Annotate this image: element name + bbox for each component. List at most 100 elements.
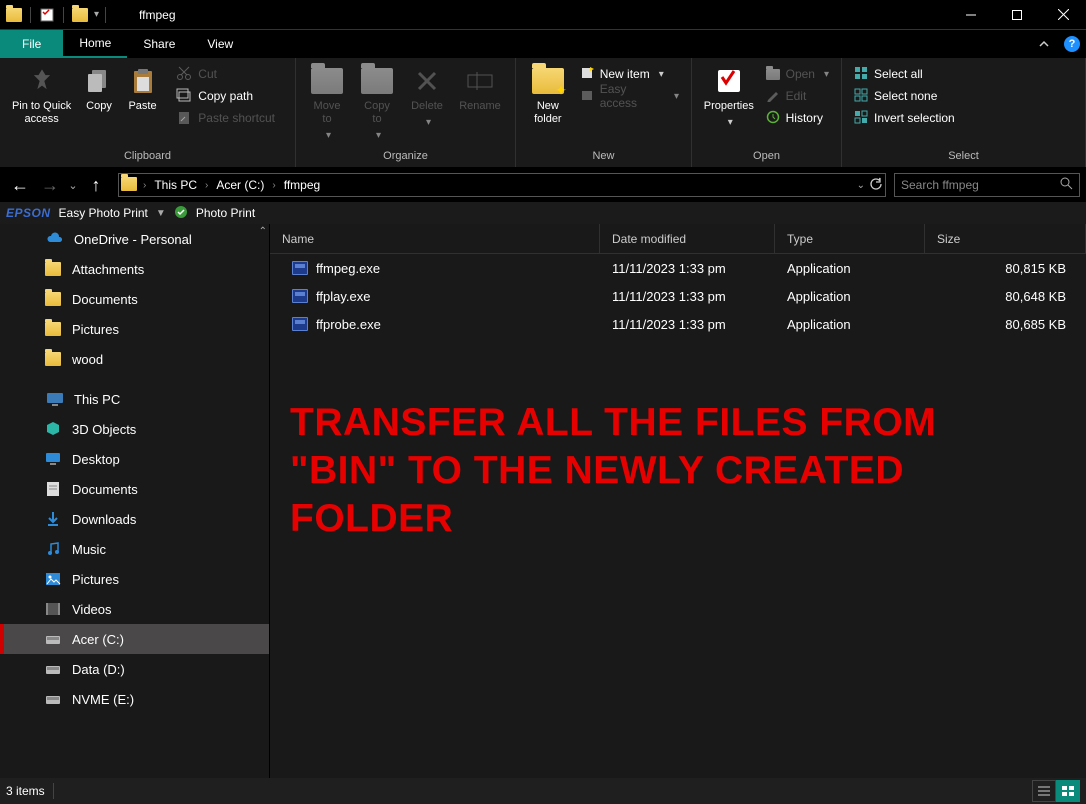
tree-documents[interactable]: Documents [0,284,269,314]
maximize-button[interactable] [994,0,1040,30]
tree-label: Documents [72,482,138,497]
history-icon [766,110,780,127]
edit-button[interactable]: Edit [760,85,835,107]
music-icon [44,540,62,558]
address-bar[interactable]: › This PC › Acer (C:) › ffmpeg ⌄ [118,173,886,197]
breadcrumb-drive[interactable]: Acer (C:) [212,178,268,192]
copy-button[interactable]: Copy [77,60,121,113]
paste-shortcut-button[interactable]: Paste shortcut [170,107,289,129]
column-date[interactable]: Date modified [600,224,775,253]
easy-photo-print-button[interactable]: Easy Photo Print [59,206,148,220]
open-label: Open [786,67,815,81]
folder-icon [44,320,62,338]
tree-3d-objects[interactable]: 3D Objects [0,414,269,444]
column-size[interactable]: Size [925,224,1086,253]
paste-shortcut-icon [176,109,192,128]
column-type[interactable]: Type [775,224,925,253]
tree-label: OneDrive - Personal [74,232,192,247]
refresh-button[interactable] [869,177,883,194]
forward-button[interactable]: → [36,171,64,199]
tree-downloads[interactable]: Downloads [0,504,269,534]
tree-desktop[interactable]: Desktop [0,444,269,474]
select-all-icon [854,66,868,83]
tree-data-d[interactable]: Data (D:) [0,654,269,684]
copy-path-button[interactable]: Copy path [170,85,289,107]
qat-new-folder-icon[interactable] [70,5,90,25]
instruction-overlay: TRANSFER ALL THE FILES FROM "BIN" TO THE… [290,399,1030,543]
new-folder-icon [532,65,564,97]
cut-button[interactable]: Cut [170,63,289,85]
back-button[interactable]: ← [6,171,34,199]
tab-home[interactable]: Home [63,30,127,58]
move-to-button[interactable]: Move to▾ [302,60,352,142]
tree-nvme-e[interactable]: NVME (E:) [0,684,269,714]
tree-documents-2[interactable]: Documents [0,474,269,504]
address-dropdown-icon[interactable]: ⌄ [857,180,865,191]
open-icon [766,69,780,80]
invert-selection-button[interactable]: Invert selection [848,107,988,129]
minimize-button[interactable] [948,0,994,30]
copy-path-label: Copy path [198,89,253,103]
tab-file[interactable]: File [0,30,63,58]
tree-videos[interactable]: Videos [0,594,269,624]
ribbon-group-select: Select all Select none Invert selection … [842,58,1086,167]
desktop-icon [44,450,62,468]
search-input[interactable]: Search ffmpeg [894,173,1080,197]
copy-to-button[interactable]: Copy to▾ [352,60,402,142]
up-button[interactable]: ↑ [82,171,110,199]
exe-icon [292,317,308,331]
dropdown-icon[interactable]: ▼ [156,208,166,219]
file-row[interactable]: ffmpeg.exe 11/11/2023 1:33 pm Applicatio… [270,254,1086,282]
tree-label: NVME (E:) [72,692,134,707]
tree-acer-c[interactable]: Acer (C:) [0,624,269,654]
details-view-button[interactable] [1032,780,1056,802]
breadcrumb-folder[interactable]: ffmpeg [280,178,324,192]
this-pc-icon [46,390,64,408]
history-button[interactable]: History [760,107,835,129]
collapse-ribbon-button[interactable] [1030,30,1058,58]
tree-this-pc[interactable]: This PC [0,384,269,414]
tree-attachments[interactable]: Attachments [0,254,269,284]
tree-music[interactable]: Music [0,534,269,564]
select-all-button[interactable]: Select all [848,63,988,85]
file-row[interactable]: ffplay.exe 11/11/2023 1:33 pm Applicatio… [270,282,1086,310]
photo-print-button[interactable]: Photo Print [196,206,255,220]
tab-share[interactable]: Share [127,30,191,58]
new-folder-button[interactable]: New folder [522,60,574,126]
select-none-button[interactable]: Select none [848,85,988,107]
breadcrumb-this-pc[interactable]: This PC [150,178,201,192]
rename-button[interactable]: Rename [452,60,508,113]
app-icon [4,5,24,25]
scissors-icon [176,65,192,84]
tree-onedrive[interactable]: OneDrive - Personal [0,224,269,254]
tree-pictures[interactable]: Pictures [0,314,269,344]
delete-button[interactable]: Delete▾ [402,60,452,129]
tree-label: This PC [74,392,120,407]
navigation-tree[interactable]: ⌃ OneDrive - Personal Attachments Docume… [0,224,270,778]
exe-icon [292,289,308,303]
tab-view[interactable]: View [191,30,249,58]
properties-button[interactable]: Properties ▾ [698,60,760,129]
pictures-icon [44,570,62,588]
close-button[interactable] [1040,0,1086,30]
easy-access-button[interactable]: Easy access▾ [574,85,685,107]
edit-label: Edit [786,89,807,103]
tree-wood[interactable]: wood [0,344,269,374]
epson-logo: EPSON [6,206,51,220]
paste-button[interactable]: Paste [121,60,165,113]
help-button[interactable]: ? [1058,30,1086,58]
open-button[interactable]: Open▾ [760,63,835,85]
qat-properties-icon[interactable] [37,5,57,25]
column-headers: Name Date modified Type Size [270,224,1086,254]
folder-icon [44,290,62,308]
tree-label: Pictures [72,572,119,587]
file-row[interactable]: ffprobe.exe 11/11/2023 1:33 pm Applicati… [270,310,1086,338]
history-dropdown[interactable]: ⌄ [66,171,80,199]
move-to-label: Move to [314,100,341,126]
tree-label: Desktop [72,452,120,467]
tree-pictures-2[interactable]: Pictures [0,564,269,594]
column-name[interactable]: Name [270,224,600,253]
large-icons-view-button[interactable] [1056,780,1080,802]
scroll-up-icon[interactable]: ⌃ [259,226,267,237]
pin-to-quick-access-button[interactable]: Pin to Quick access [6,60,77,126]
